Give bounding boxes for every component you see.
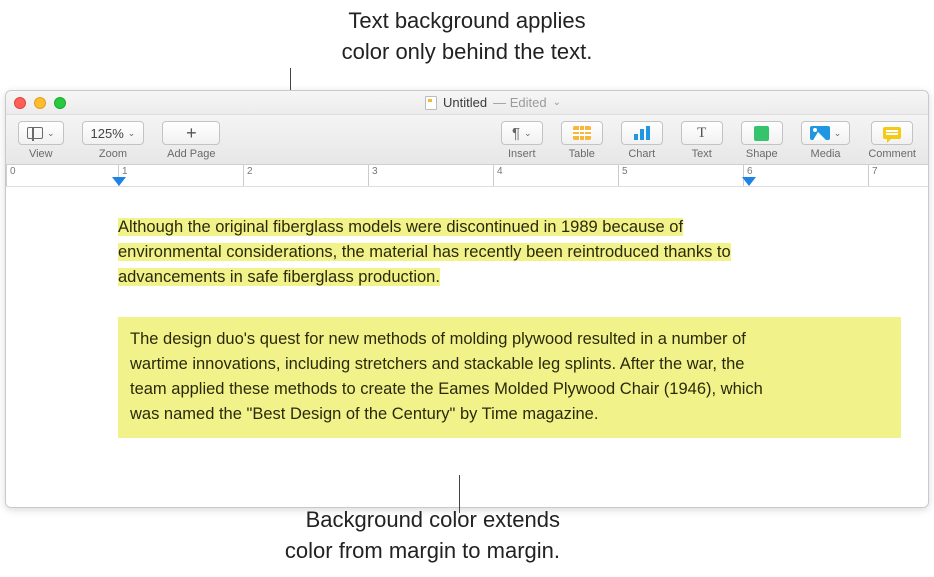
ruler[interactable]: 0 1 2 3 4 5 6 7 — [6, 165, 928, 187]
ruler-unit: 2 — [243, 165, 253, 187]
document-name: Untitled — [443, 95, 487, 110]
close-icon[interactable] — [14, 97, 26, 109]
tool-zoom: 125% ⌄ Zoom — [82, 121, 145, 160]
chart-button[interactable] — [621, 121, 663, 145]
pilcrow-icon: ¶ — [512, 125, 520, 142]
zoom-label: Zoom — [99, 148, 127, 160]
paragraph-full-bg-content: The design duo's quest for new methods o… — [130, 327, 770, 426]
ruler-unit: 4 — [493, 165, 503, 187]
callout-bottom-line2: color from margin to margin. — [160, 536, 560, 567]
paragraph-text-bg[interactable]: Although the original fiberglass models … — [118, 215, 778, 289]
ruler-unit: 5 — [618, 165, 628, 187]
text-button[interactable]: T — [681, 121, 723, 145]
zoom-value: 125% — [91, 126, 124, 141]
zoom-button[interactable]: 125% ⌄ — [82, 121, 145, 145]
insert-button[interactable]: ¶ ⌄ — [501, 121, 543, 145]
document-area[interactable]: Although the original fiberglass models … — [6, 187, 928, 507]
comment-button[interactable] — [871, 121, 913, 145]
chevron-down-icon: ⌄ — [553, 97, 561, 108]
tool-comment: Comment — [868, 121, 916, 160]
callout-bottom: Background color extends color from marg… — [160, 505, 560, 567]
app-window: Untitled — Edited ⌄ ⌄ View 125% ⌄ Zoom +… — [5, 90, 929, 508]
tool-insert: ¶ ⌄ Insert — [501, 121, 543, 160]
tool-table: Table — [561, 121, 603, 160]
chevron-down-icon: ⌄ — [834, 128, 842, 139]
table-label: Table — [569, 148, 595, 160]
traffic-lights — [14, 97, 66, 109]
view-label: View — [29, 148, 53, 160]
comment-icon — [883, 127, 901, 139]
shape-button[interactable] — [741, 121, 783, 145]
shape-icon — [754, 126, 769, 141]
media-label: Media — [811, 148, 841, 160]
ruler-unit: 3 — [368, 165, 378, 187]
titlebar: Untitled — Edited ⌄ — [6, 91, 928, 115]
text-label: Text — [692, 148, 712, 160]
chevron-down-icon: ⌄ — [128, 128, 136, 139]
tool-chart: Chart — [621, 121, 663, 160]
tool-shape: Shape — [741, 121, 783, 160]
chart-icon — [634, 126, 650, 140]
ruler-unit: 0 — [6, 165, 16, 187]
minimize-icon[interactable] — [34, 97, 46, 109]
callout-bottom-line1: Background color extends — [160, 505, 560, 536]
plus-icon: + — [186, 124, 197, 142]
text-icon: T — [697, 125, 706, 142]
toolbar: ⌄ View 125% ⌄ Zoom + Add Page ¶ ⌄ Insert — [6, 115, 928, 165]
document-icon — [425, 96, 437, 110]
media-icon — [810, 126, 830, 140]
zoom-window-icon[interactable] — [54, 97, 66, 109]
callout-top-line2: color only behind the text. — [0, 37, 934, 68]
tool-media: ⌄ Media — [801, 121, 851, 160]
callout-top: Text background applies color only behin… — [0, 0, 934, 76]
paragraph-text-bg-content: Although the original fiberglass models … — [118, 218, 731, 286]
tool-text: T Text — [681, 121, 723, 160]
chevron-down-icon: ⌄ — [47, 128, 55, 139]
left-margin-marker-icon[interactable] — [112, 177, 126, 186]
insert-label: Insert — [508, 148, 536, 160]
ruler-unit: 7 — [868, 165, 878, 187]
add-page-button[interactable]: + — [162, 121, 220, 145]
sidebar-icon — [27, 127, 43, 139]
chart-label: Chart — [628, 148, 655, 160]
add-page-label: Add Page — [167, 148, 215, 160]
tool-add-page: + Add Page — [162, 121, 220, 160]
comment-label: Comment — [868, 148, 916, 160]
callout-top-line1: Text background applies — [0, 6, 934, 37]
right-margin-marker-icon[interactable] — [742, 177, 756, 186]
shape-label: Shape — [746, 148, 778, 160]
view-button[interactable]: ⌄ — [18, 121, 64, 145]
document-status: — Edited — [493, 95, 546, 110]
tool-view: ⌄ View — [18, 121, 64, 160]
paragraph-full-bg[interactable]: The design duo's quest for new methods o… — [118, 317, 901, 438]
chevron-down-icon: ⌄ — [524, 128, 532, 139]
media-button[interactable]: ⌄ — [801, 121, 851, 145]
table-icon — [573, 126, 591, 140]
window-title[interactable]: Untitled — Edited ⌄ — [66, 95, 920, 110]
table-button[interactable] — [561, 121, 603, 145]
